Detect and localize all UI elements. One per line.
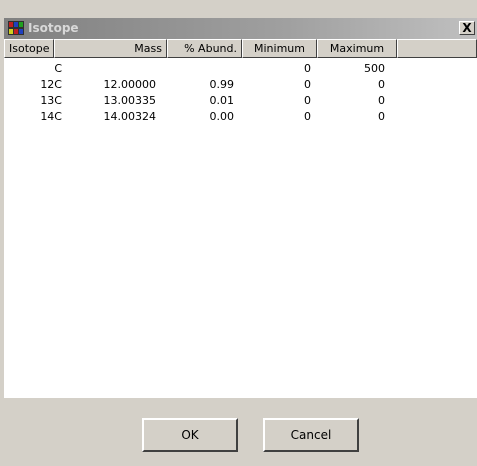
cell-mass: 12.00000 bbox=[103, 78, 157, 91]
cell-isotope: C bbox=[54, 62, 62, 75]
column-header-isotope[interactable]: Isotope bbox=[4, 39, 54, 58]
cell-minimum: 0 bbox=[304, 62, 311, 75]
table-row[interactable]: 14C 14.00324 0.00 0 0 bbox=[4, 109, 404, 125]
ok-button[interactable]: OK bbox=[142, 418, 238, 452]
isotope-dialog: Isotope X Isotope Mass % Abund. Minimum … bbox=[0, 0, 477, 466]
window-title: Isotope bbox=[28, 21, 79, 35]
cell-maximum: 0 bbox=[378, 94, 385, 107]
cell-isotope: 14C bbox=[40, 110, 62, 123]
cell-maximum: 500 bbox=[364, 62, 385, 75]
cell-isotope: 13C bbox=[40, 94, 62, 107]
cell-minimum: 0 bbox=[304, 94, 311, 107]
isotope-list[interactable]: Isotope Mass % Abund. Minimum Maximum C … bbox=[4, 39, 477, 398]
column-header-empty bbox=[397, 39, 477, 58]
column-header-maximum[interactable]: Maximum bbox=[317, 39, 397, 58]
cell-abundance: 0.01 bbox=[209, 94, 235, 107]
cell-abundance: 0.00 bbox=[209, 110, 235, 123]
cancel-button[interactable]: Cancel bbox=[263, 418, 359, 452]
cell-isotope: 12C bbox=[40, 78, 62, 91]
cell-mass: 13.00335 bbox=[103, 94, 157, 107]
cell-abundance bbox=[174, 61, 234, 77]
cell-minimum: 0 bbox=[304, 78, 311, 91]
close-button[interactable]: X bbox=[459, 21, 475, 35]
app-icon bbox=[8, 21, 24, 35]
column-header-minimum[interactable]: Minimum bbox=[242, 39, 317, 58]
column-header-row: Isotope Mass % Abund. Minimum Maximum bbox=[4, 39, 477, 58]
cell-maximum: 0 bbox=[378, 110, 385, 123]
button-bar bbox=[4, 398, 477, 466]
table-row[interactable]: 13C 13.00335 0.01 0 0 bbox=[4, 93, 404, 109]
cell-mass bbox=[66, 61, 156, 77]
column-header-abundance[interactable]: % Abund. bbox=[167, 39, 242, 58]
cell-abundance: 0.99 bbox=[209, 78, 235, 91]
cell-minimum: 0 bbox=[304, 110, 311, 123]
cell-mass: 14.00324 bbox=[103, 110, 157, 123]
cell-maximum: 0 bbox=[378, 78, 385, 91]
table-row[interactable]: C 0 500 bbox=[4, 61, 404, 77]
table-row[interactable]: 12C 12.00000 0.99 0 0 bbox=[4, 77, 404, 93]
column-header-mass[interactable]: Mass bbox=[54, 39, 167, 58]
